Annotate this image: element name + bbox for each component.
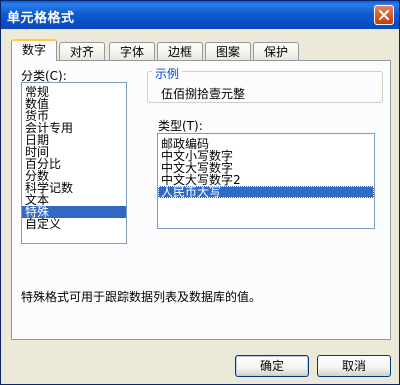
tab-alignment[interactable]: 对齐 bbox=[59, 42, 105, 60]
format-description: 特殊格式可用于跟踪数据列表及数据库的值。 bbox=[21, 290, 262, 304]
close-icon bbox=[379, 10, 389, 20]
window-title: 单元格格式 bbox=[7, 11, 75, 26]
tab-number[interactable]: 数字 bbox=[11, 39, 57, 61]
tab-font[interactable]: 字体 bbox=[109, 42, 155, 60]
close-button[interactable] bbox=[374, 5, 394, 25]
title-bar[interactable]: 单元格格式 bbox=[1, 1, 399, 29]
type-label: 类型(T): bbox=[158, 119, 203, 133]
list-item-selected[interactable]: 人民币大写 bbox=[158, 186, 374, 198]
list-item[interactable]: 自定义 bbox=[22, 218, 126, 230]
category-list[interactable]: 常规 数值 货币 会计专用 日期 时间 百分比 分数 科学记数 文本 特殊 自定… bbox=[21, 82, 127, 244]
tab-protection[interactable]: 保护 bbox=[253, 42, 299, 60]
tab-patterns[interactable]: 图案 bbox=[205, 42, 251, 60]
ok-button[interactable]: 确定 bbox=[235, 355, 309, 377]
sample-value: 伍佰捌拾壹元整 bbox=[161, 87, 246, 101]
format-cells-dialog: 单元格格式 数字 对齐 字体 边框 图案 保护 分类(C): 常规 数值 货币 … bbox=[0, 0, 400, 385]
cancel-button[interactable]: 取消 bbox=[317, 355, 391, 377]
tab-border[interactable]: 边框 bbox=[157, 42, 203, 60]
type-list[interactable]: 邮政编码 中文小写数字 中文大写数字 中文大写数字2 人民币大写 bbox=[157, 133, 375, 229]
sample-title: 示例 bbox=[152, 65, 183, 82]
